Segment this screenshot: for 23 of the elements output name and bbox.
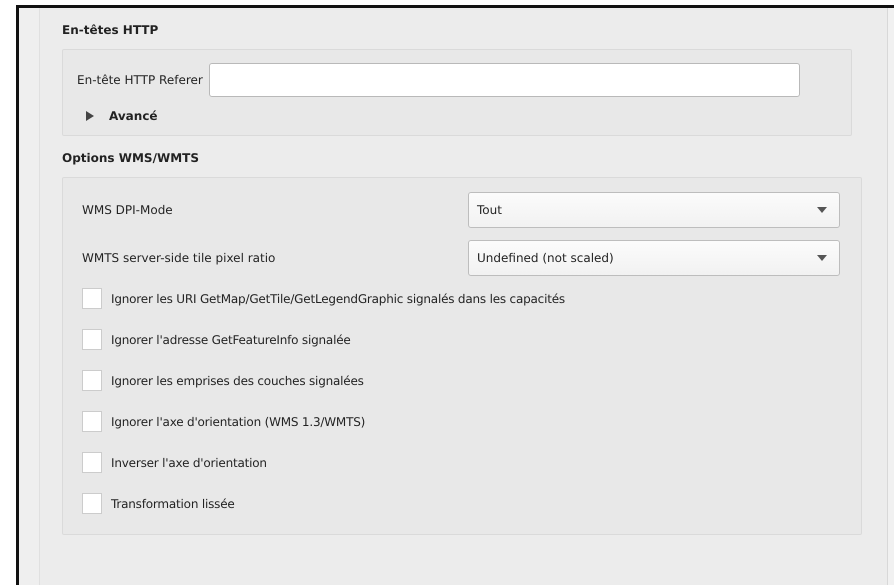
checkbox[interactable] [82,329,102,350]
checkbox[interactable] [82,493,102,514]
checkbox-label[interactable]: Inverser l'axe d'orientation [111,456,267,470]
checkbox[interactable] [82,370,102,391]
checkbox[interactable] [82,411,102,432]
field-label: En-tête HTTP Referer [77,73,203,87]
dropdown[interactable]: Tout [468,192,840,228]
combo-label: WMTS server-side tile pixel ratio [82,251,276,265]
checkbox[interactable] [82,452,102,473]
caret-icon [817,207,827,213]
checkbox-label[interactable]: Ignorer l'adresse GetFeatureInfo signalée [111,332,351,346]
group-title: En-têtes HTTP [62,23,160,39]
checkbox[interactable] [82,288,102,309]
checkbox-label[interactable]: Transformation lissée [111,496,235,510]
checkbox-label[interactable]: Ignorer l'axe d'orientation (WMS 1.3/WMTS) [111,414,366,428]
checkbox-label[interactable]: Ignorer les URI GetMap/GetTile/GetLegendGraphic signalés dans les capacités [111,292,565,306]
caret-icon [817,255,827,261]
dropdown[interactable]: Undefined (not scaled) [468,240,840,276]
checkbox-label[interactable]: Ignorer les emprises des couches signalées [111,374,364,388]
combo-label: WMS DPI-Mode [82,203,174,217]
advanced-toggle[interactable]: Avancé [85,109,158,123]
referer-field[interactable] [208,63,800,97]
group-title: Options WMS/WMTS [62,151,200,167]
